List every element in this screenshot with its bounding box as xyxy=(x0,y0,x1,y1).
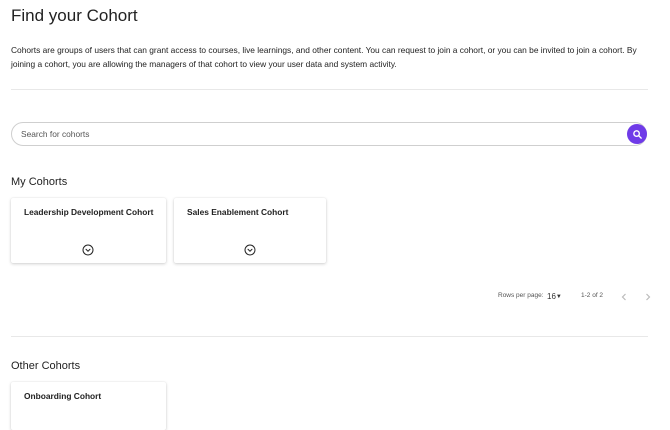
search-input[interactable] xyxy=(21,127,601,141)
rows-per-page-value: 16 xyxy=(547,292,556,301)
cohort-card-title: Leadership Development Cohort xyxy=(24,207,154,217)
search-box xyxy=(11,122,647,146)
intro-text: Cohorts are groups of users that can gra… xyxy=(11,45,637,69)
chevron-down-icon[interactable] xyxy=(82,244,94,256)
search-button[interactable] xyxy=(627,124,647,144)
my-cohorts-title: My Cohorts xyxy=(11,176,68,188)
next-page-icon[interactable] xyxy=(644,292,652,302)
cohort-card-title: Onboarding Cohort xyxy=(24,391,102,401)
rows-per-page-select[interactable]: 16▼ xyxy=(547,292,562,301)
caret-down-icon: ▼ xyxy=(555,294,562,300)
chevron-down-icon[interactable] xyxy=(244,244,256,256)
cohort-card[interactable]: Leadership Development Cohort xyxy=(11,198,166,263)
other-cohorts-title: Other Cohorts xyxy=(11,360,81,372)
previous-page-icon[interactable] xyxy=(620,292,628,302)
search-icon xyxy=(632,129,642,139)
page-title: Find your Cohort xyxy=(11,6,138,25)
divider xyxy=(11,336,648,337)
cohort-card[interactable]: Sales Enablement Cohort xyxy=(174,198,326,263)
divider xyxy=(11,89,648,90)
pagination-range: 1-2 of 2 xyxy=(581,292,604,299)
rows-per-page-label: Rows per page: xyxy=(498,292,544,299)
cohort-card[interactable]: Onboarding Cohort xyxy=(11,382,166,430)
cohort-card-title: Sales Enablement Cohort xyxy=(187,207,289,217)
